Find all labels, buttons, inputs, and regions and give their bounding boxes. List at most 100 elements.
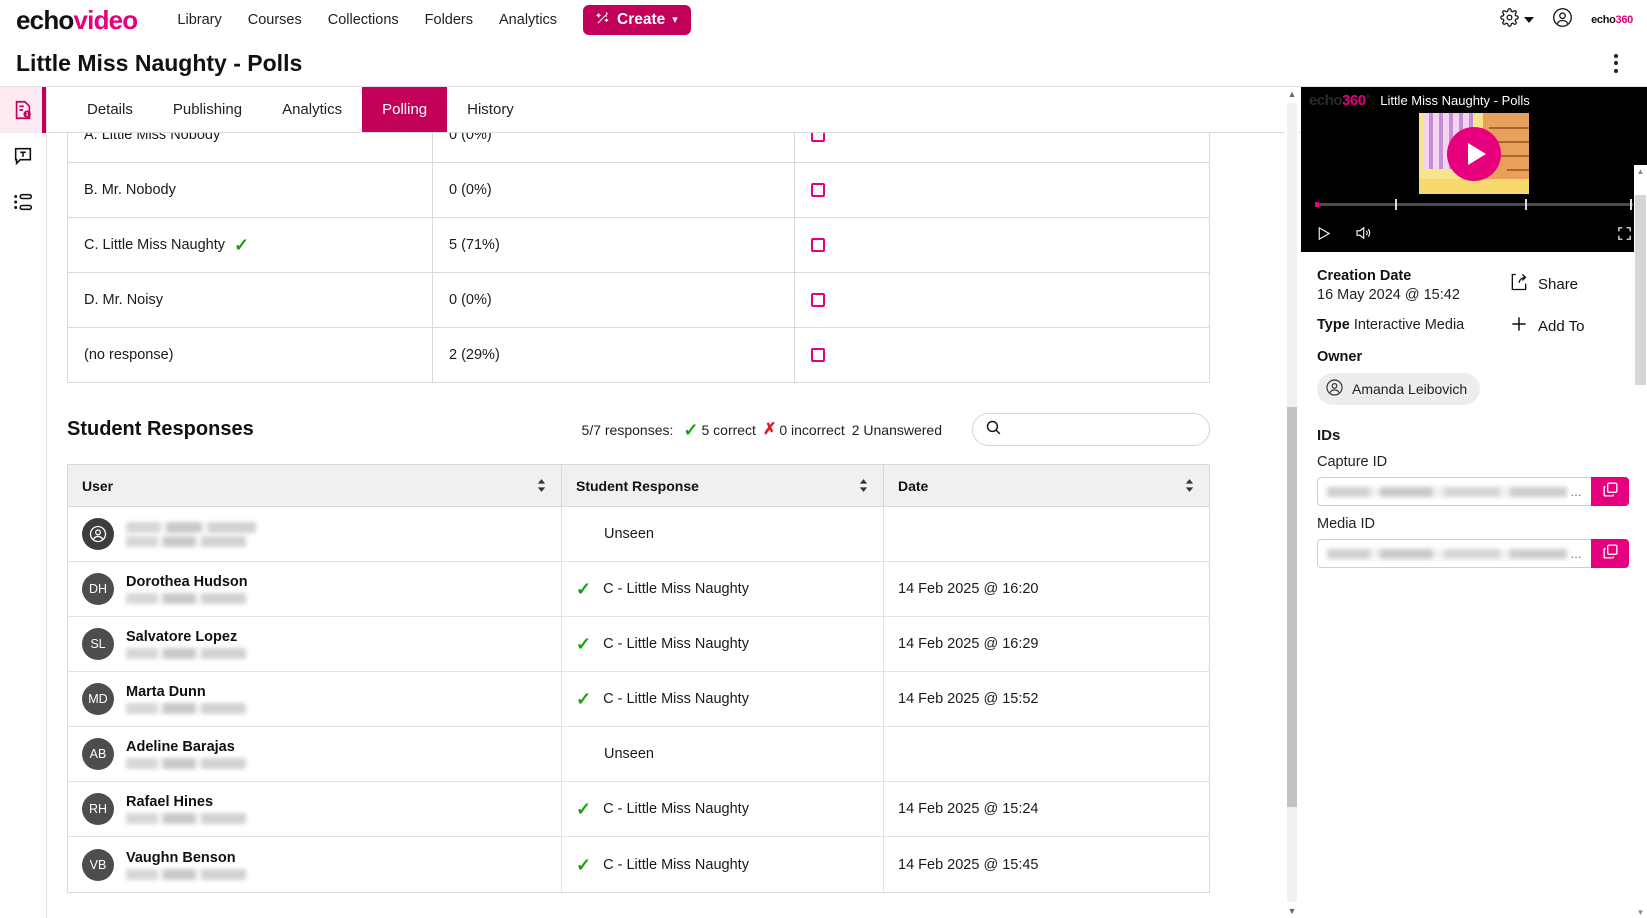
response-text: C - Little Miss Naughty	[603, 581, 749, 597]
timeline-marker[interactable]	[1394, 198, 1397, 210]
poll-option-cell: B. Mr. Nobody	[68, 163, 433, 217]
nav-item-collections[interactable]: Collections	[328, 12, 399, 28]
echovideo-logo[interactable]: echovideo	[16, 7, 138, 33]
more-options-button[interactable]	[1603, 48, 1629, 78]
player-logo-360: 360	[1342, 91, 1366, 109]
details-panel-scrollbar[interactable]: ▲ ▼	[1634, 165, 1647, 918]
poll-option-cell: (no response)	[68, 328, 433, 382]
capture-id-row: …	[1317, 477, 1629, 506]
tab-polling[interactable]: Polling	[362, 87, 448, 132]
table-row[interactable]: Unseen	[68, 507, 1209, 562]
nav-item-courses[interactable]: Courses	[248, 12, 302, 28]
unanswered-stat-label: 2 Unanswered	[851, 421, 942, 438]
column-header-response-label: Student Response	[576, 477, 699, 494]
tab-publishing[interactable]: Publishing	[153, 87, 262, 132]
player-title-bar: echo360® Little Miss Naughty - Polls	[1301, 87, 1647, 113]
player-stage[interactable]	[1301, 113, 1647, 194]
tab-details[interactable]: Details	[67, 87, 153, 132]
scroll-up-arrow-icon[interactable]: ▲	[1287, 87, 1297, 101]
media-details-panel: echo360® Little Miss Naughty - Polls Cre…	[1301, 87, 1647, 918]
create-button-label: Create	[617, 10, 666, 28]
scrollbar-thumb[interactable]	[1287, 407, 1297, 807]
table-row[interactable]: MD Marta Dunn ✓ C - Little Miss Naughty …	[68, 672, 1209, 727]
table-row[interactable]: AB Adeline Barajas Unseen	[68, 727, 1209, 782]
response-text: Unseen	[604, 746, 654, 762]
search-input[interactable]	[1011, 421, 1197, 438]
response-cell: ✓ C - Little Miss Naughty	[562, 782, 884, 836]
table-row[interactable]: VB Vaughn Benson ✓ C - Little Miss Naugh…	[68, 837, 1209, 892]
main-nav-links: Library Courses Collections Folders Anal…	[177, 12, 557, 28]
echo360-player-logo: echo360®	[1309, 91, 1371, 109]
table-row[interactable]: RH Rafael Hines ✓ C - Little Miss Naught…	[68, 782, 1209, 837]
checkbox-icon[interactable]	[811, 348, 825, 362]
nav-item-library[interactable]: Library	[177, 12, 221, 28]
fullscreen-button[interactable]	[1616, 225, 1633, 242]
scroll-down-arrow-icon[interactable]: ▼	[1635, 906, 1646, 918]
poll-result-row: C. Little Miss Naughty ✓ 5 (71%)	[68, 218, 1209, 273]
playhead-icon[interactable]	[1315, 201, 1319, 207]
play-button-overlay[interactable]	[1447, 126, 1501, 181]
correct-answer-check-icon: ✓	[234, 235, 250, 255]
scroll-down-arrow-icon[interactable]: ▼	[1287, 904, 1297, 918]
rail-item-media-details[interactable]	[0, 87, 46, 133]
rail-item-transcript[interactable]	[0, 133, 46, 179]
table-row[interactable]: DH Dorothea Hudson ✓ C - Little Miss Nau…	[68, 562, 1209, 617]
rail-item-list[interactable]	[0, 179, 46, 225]
media-id-field[interactable]: …	[1317, 539, 1591, 568]
poll-checkbox-cell	[795, 183, 1209, 197]
column-header-student-response[interactable]: Student Response	[562, 465, 884, 506]
capture-id-label: Capture ID	[1317, 454, 1388, 470]
timeline-track[interactable]	[1315, 198, 1633, 210]
timeline-marker[interactable]	[1629, 198, 1632, 210]
user-name: Rafael Hines	[126, 794, 214, 810]
create-button[interactable]: Create ▾	[583, 4, 691, 35]
redacted-user-email	[126, 703, 246, 714]
copy-media-id-button[interactable]	[1591, 539, 1629, 568]
checkbox-icon[interactable]	[811, 293, 825, 307]
responses-count-label: 5/7 responses:	[581, 421, 674, 438]
page-title-bar: Little Miss Naughty - Polls	[0, 40, 1647, 87]
player-timeline-bar[interactable]	[1301, 194, 1647, 214]
sort-toggle-icon[interactable]	[858, 478, 869, 493]
user-name: Salvatore Lopez	[126, 629, 238, 645]
incorrect-stat: ✗ 0 incorrect	[762, 420, 845, 438]
redacted-media-id	[1327, 548, 1567, 559]
sort-toggle-icon[interactable]	[1184, 478, 1195, 493]
checkbox-icon[interactable]	[811, 238, 825, 252]
x-mark-icon: ✗	[762, 420, 777, 438]
tab-analytics[interactable]: Analytics	[262, 87, 362, 132]
share-icon	[1509, 272, 1529, 296]
plus-icon	[1509, 314, 1529, 338]
stair-line	[1495, 141, 1529, 143]
copy-capture-id-button[interactable]	[1591, 477, 1629, 506]
scroll-up-arrow-icon[interactable]: ▲	[1635, 165, 1646, 177]
user-account-icon[interactable]	[1552, 7, 1573, 33]
timeline-marker[interactable]	[1524, 198, 1527, 210]
play-button[interactable]	[1315, 225, 1332, 242]
response-text: C - Little Miss Naughty	[603, 801, 749, 817]
share-button[interactable]: Share	[1509, 272, 1629, 296]
nav-item-folders[interactable]: Folders	[425, 12, 473, 28]
volume-button[interactable]	[1354, 224, 1372, 242]
student-search-box[interactable]	[972, 413, 1210, 446]
tab-history[interactable]: History	[447, 87, 534, 132]
add-to-button[interactable]: Add To	[1509, 314, 1629, 338]
capture-id-field[interactable]: …	[1317, 477, 1591, 506]
column-header-date[interactable]: Date	[884, 465, 1209, 506]
redacted-user-email	[126, 868, 246, 880]
user-name-block: Dorothea Hudson	[126, 574, 248, 604]
nav-item-analytics[interactable]: Analytics	[499, 12, 557, 28]
table-row[interactable]: SL Salvatore Lopez ✓ C - Little Miss Nau…	[68, 617, 1209, 672]
settings-menu-button[interactable]	[1500, 7, 1535, 32]
stair-line	[1507, 169, 1529, 171]
scrollbar-thumb[interactable]	[1635, 195, 1646, 385]
poll-option-cell: C. Little Miss Naughty ✓	[68, 218, 433, 272]
content-scrollbar[interactable]: ▲ ▼	[1285, 87, 1299, 918]
owner-chip[interactable]: Amanda Leibovich	[1317, 373, 1481, 405]
sort-toggle-icon[interactable]	[536, 478, 547, 493]
checkbox-icon[interactable]	[811, 183, 825, 197]
redacted-user-email	[126, 593, 246, 604]
checkbox-icon[interactable]	[811, 133, 825, 142]
column-header-user[interactable]: User	[68, 465, 562, 506]
kebab-dot	[1614, 68, 1618, 73]
